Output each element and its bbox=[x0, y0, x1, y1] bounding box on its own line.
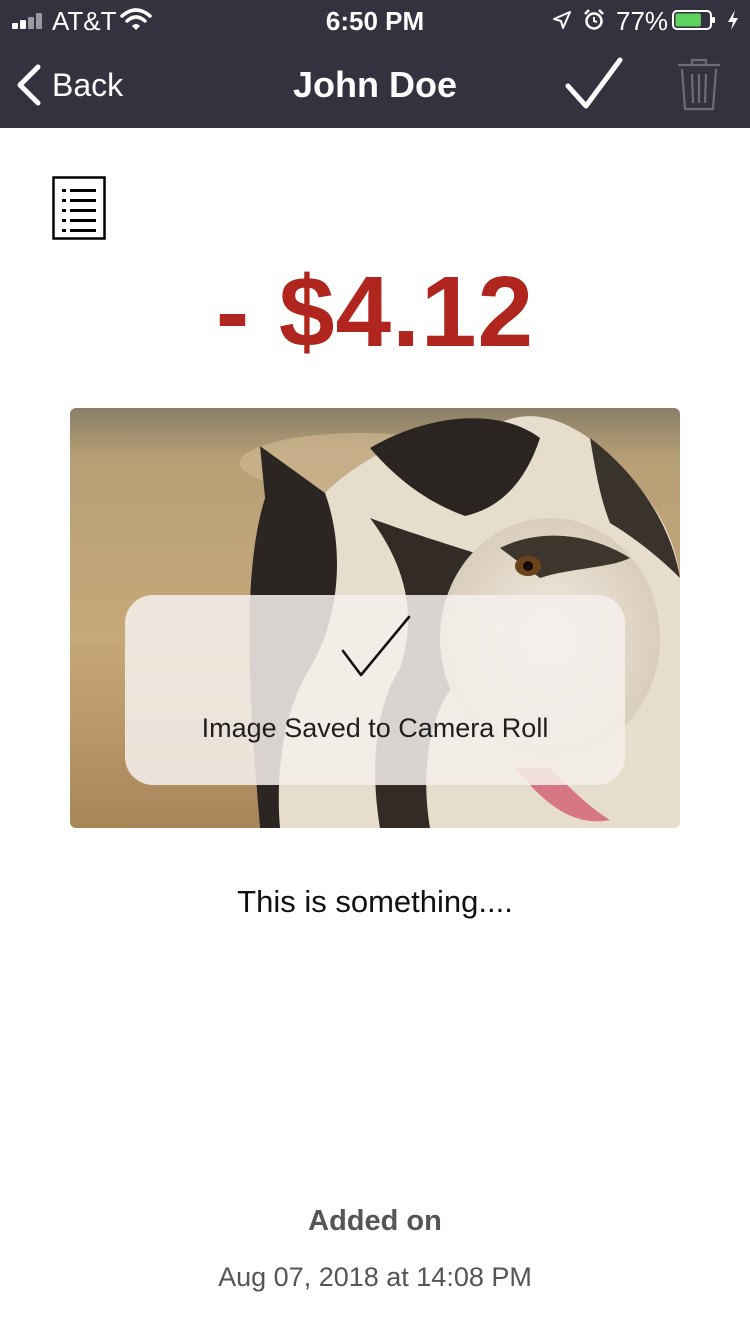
added-on-label: Added on bbox=[308, 1205, 442, 1237]
chevron-left-icon bbox=[17, 64, 41, 106]
transaction-note: This is something.... bbox=[237, 884, 513, 919]
back-button-label: Back bbox=[52, 66, 124, 103]
added-on-date: Aug 07, 2018 at 14:08 PM bbox=[218, 1262, 532, 1292]
toast-message: Image Saved to Camera Roll bbox=[201, 713, 549, 743]
charging-bolt-icon bbox=[728, 10, 738, 30]
location-arrow-icon bbox=[553, 11, 571, 29]
transaction-amount: - $4.12 bbox=[215, 256, 535, 368]
list-icon[interactable] bbox=[52, 176, 106, 240]
alarm-clock-icon bbox=[584, 9, 604, 30]
battery-icon bbox=[672, 10, 715, 30]
navigation-header: AT&T 6:50 PM 77% Back John Doe bbox=[0, 0, 750, 128]
checkmark-icon[interactable] bbox=[562, 56, 624, 112]
toast-checkmark-icon bbox=[341, 615, 411, 677]
back-button[interactable]: Back bbox=[14, 60, 123, 110]
trash-icon[interactable] bbox=[676, 56, 722, 112]
save-confirmation-toast: Image Saved to Camera Roll bbox=[125, 595, 625, 785]
battery-percentage: 77% bbox=[616, 6, 669, 36]
status-bar: AT&T 6:50 PM 77% bbox=[0, 0, 750, 40]
